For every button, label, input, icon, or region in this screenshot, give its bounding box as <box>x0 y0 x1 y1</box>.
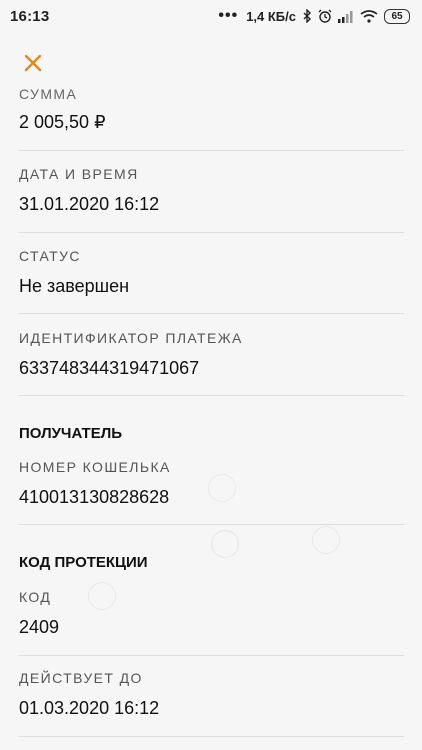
divider <box>19 232 404 233</box>
divider <box>19 395 404 396</box>
divider <box>19 655 404 656</box>
code-field: КОД 2409 <box>19 589 404 638</box>
valid-until-field: ДЕЙСТВУЕТ ДО 01.03.2020 16:12 <box>19 670 404 719</box>
status-label: СТАТУС <box>19 248 81 264</box>
payment-id-label: ИДЕНТИФИКАТОР ПЛАТЕЖА <box>19 330 243 346</box>
bluetooth-icon <box>303 9 311 23</box>
payment-id-value: 633748344319471067 <box>19 358 200 378</box>
divider <box>19 524 404 525</box>
close-button[interactable] <box>18 48 48 78</box>
divider <box>19 150 404 151</box>
payment-id-field: ИДЕНТИФИКАТОР ПЛАТЕЖА 633748344319471067 <box>19 330 404 379</box>
close-icon <box>24 54 42 72</box>
status-icons: ••• 1,4 КБ/с 65 <box>218 7 410 25</box>
code-value: 2409 <box>19 617 60 637</box>
valid-until-label: ДЕЙСТВУЕТ ДО <box>19 670 143 686</box>
decorative-circle <box>88 582 116 610</box>
decorative-circle <box>208 474 236 502</box>
amount-value: 2 005,50 ₽ <box>19 112 106 132</box>
status-time: 16:13 <box>10 7 50 25</box>
wallet-label: НОМЕР КОШЕЛЬКА <box>19 459 171 475</box>
datetime-field: ДАТА И ВРЕМЯ 31.01.2020 16:12 <box>19 166 404 215</box>
divider <box>19 736 404 737</box>
decorative-circle <box>211 530 239 558</box>
datetime-label: ДАТА И ВРЕМЯ <box>19 166 139 182</box>
amount-label: СУММА <box>19 86 78 100</box>
battery-icon: 65 <box>384 8 410 24</box>
alarm-icon <box>318 9 332 23</box>
amount-field: 2 005,50 ₽ <box>19 112 404 133</box>
datetime-value: 31.01.2020 16:12 <box>19 194 160 214</box>
recipient-section-title: ПОЛУЧАТЕЛЬ <box>19 425 123 442</box>
signal-icon <box>338 10 353 23</box>
status-field: СТАТУС Не завершен <box>19 248 404 297</box>
decorative-circle <box>312 526 340 554</box>
protection-section-title: КОД ПРОТЕКЦИИ <box>19 554 148 571</box>
network-speed: 1,4 КБ/с <box>246 8 296 24</box>
divider <box>19 313 404 314</box>
status-value: Не завершен <box>19 276 130 296</box>
status-bar: 16:13 ••• 1,4 КБ/с 65 <box>0 0 422 32</box>
wifi-icon <box>360 9 378 23</box>
more-notifications-icon: ••• <box>218 7 239 24</box>
code-label: КОД <box>19 589 52 605</box>
valid-until-value: 01.03.2020 16:12 <box>19 698 160 718</box>
